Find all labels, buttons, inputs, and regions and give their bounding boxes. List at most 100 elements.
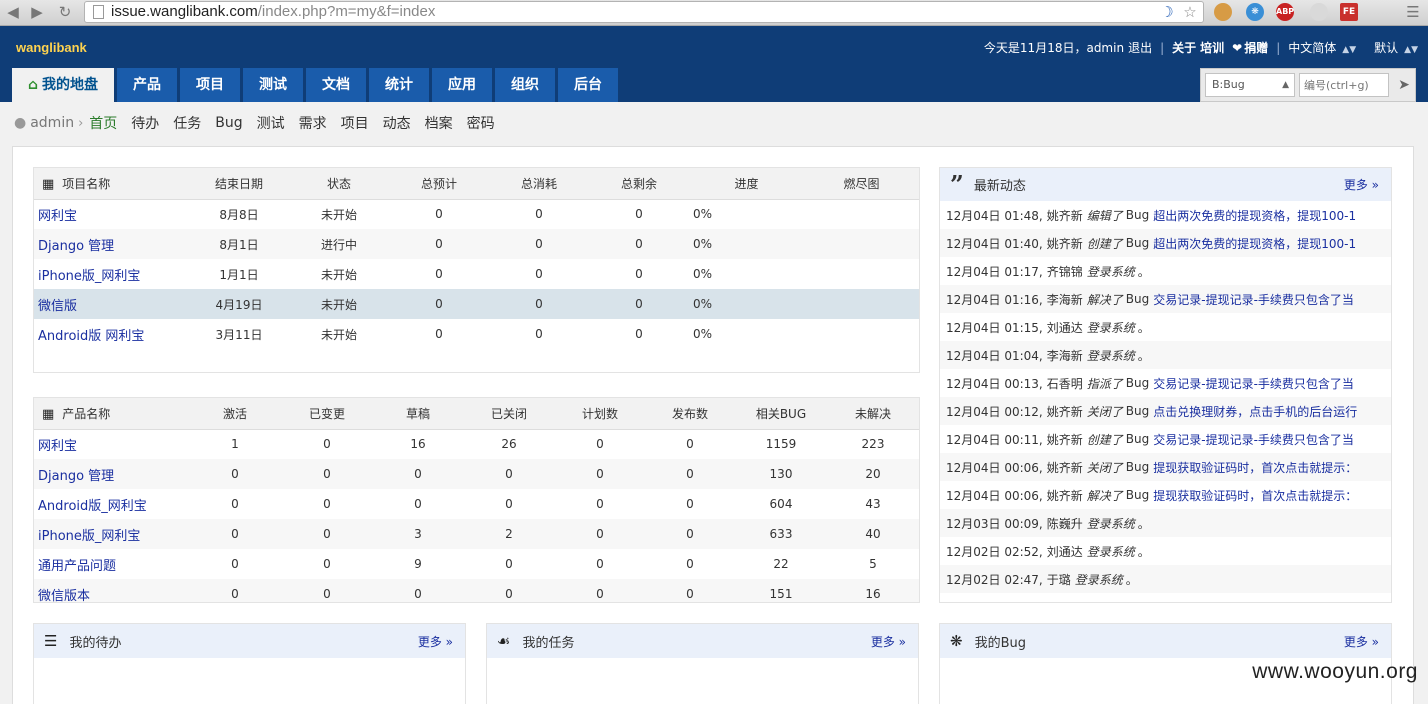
subnav-project[interactable]: 项目 bbox=[341, 113, 369, 133]
col-consumed: 总消耗 bbox=[489, 168, 589, 200]
page-icon bbox=[93, 5, 104, 19]
top-info-bar: 今天是11月18日，admin 退出 | 关于 培训 ❤ 捐赠 | 中文简体 ▲▼… bbox=[984, 39, 1418, 56]
subnav-task[interactable]: 任务 bbox=[173, 113, 201, 133]
subnav-dynamic[interactable]: 动态 bbox=[383, 113, 411, 133]
nav-org[interactable]: 组织 bbox=[495, 68, 556, 102]
search-type-select[interactable]: B:Bug ▲ bbox=[1205, 73, 1295, 97]
forward-icon[interactable]: ▶ bbox=[28, 3, 46, 21]
table-cell: 0 bbox=[281, 459, 373, 489]
product-link[interactable]: Django 管理 bbox=[34, 459, 189, 489]
dynamic-link[interactable]: 交易记录-提现记录-手续费只包含了当 bbox=[1153, 375, 1354, 392]
brand-logo[interactable]: wanglibank bbox=[16, 40, 87, 55]
subnav-testcase[interactable]: 测试 bbox=[257, 113, 285, 133]
adblock-extension-icon[interactable]: ABP bbox=[1276, 3, 1294, 21]
product-link[interactable]: 微信版本 bbox=[34, 579, 189, 602]
nav-test[interactable]: 测试 bbox=[243, 68, 304, 102]
tasks-more-link[interactable]: 更多 » bbox=[871, 633, 906, 650]
col-product-name: ▦ 产品名称 bbox=[34, 398, 189, 430]
dynamic-actor: 姚齐新 bbox=[1046, 404, 1083, 419]
table-cell: 0 bbox=[596, 497, 604, 511]
bookmark-star-icon[interactable]: ☆ bbox=[1181, 3, 1199, 21]
cookie-extension-icon[interactable] bbox=[1214, 3, 1232, 21]
subnav-todo[interactable]: 待办 bbox=[131, 113, 159, 133]
table-cell: 0 bbox=[373, 459, 463, 489]
address-bar[interactable]: issue.wanglibank.com/index.php?m=my&f=in… bbox=[84, 1, 1204, 23]
table-cell: 0 bbox=[231, 557, 239, 571]
table-cell: 151 bbox=[735, 579, 827, 602]
theme-select[interactable]: 默认 ▲▼ bbox=[1374, 39, 1418, 56]
table-cell: 0 bbox=[189, 459, 281, 489]
dynamic-link[interactable]: 点击兑换理财券，点击手机的后台运行 bbox=[1153, 403, 1357, 420]
dynamic-link[interactable]: 交易记录-提现记录-手续费只包含了当 bbox=[1153, 291, 1354, 308]
moon-icon[interactable]: ☽ bbox=[1158, 3, 1176, 21]
menu-icon[interactable]: ☰ bbox=[1404, 3, 1422, 21]
sort-caret-icon: ▲▼ bbox=[1404, 45, 1418, 55]
bugs-more-link[interactable]: 更多 » bbox=[1344, 633, 1379, 650]
todo-more-link[interactable]: 更多 » bbox=[418, 633, 453, 650]
dynamic-link[interactable]: 提现获取验证码时，首次点击就提示： bbox=[1153, 487, 1357, 504]
product-link[interactable]: 网利宝 bbox=[34, 429, 189, 459]
table-cell: 0 bbox=[535, 267, 543, 281]
dynamic-actor: 姚齐新 bbox=[1046, 236, 1083, 251]
language-select[interactable]: 中文简体 ▲▼ bbox=[1288, 39, 1356, 56]
dynamic-action: 登录系统 bbox=[1086, 544, 1135, 559]
subnav-profile[interactable]: 档案 bbox=[425, 113, 453, 133]
table-cell: 4月19日 bbox=[189, 289, 289, 319]
nav-project[interactable]: 项目 bbox=[180, 68, 241, 102]
subnav-bug[interactable]: Bug bbox=[215, 115, 242, 131]
nav-product[interactable]: 产品 bbox=[117, 68, 178, 102]
product-link[interactable]: Android版_网利宝 bbox=[34, 489, 189, 519]
dynamic-link[interactable]: 交易记录-提现记录-手续费只包含了当 bbox=[1153, 431, 1354, 448]
back-icon[interactable]: ◀ bbox=[4, 3, 22, 21]
donate-link[interactable]: 捐赠 bbox=[1244, 39, 1268, 56]
subnav-story[interactable]: 需求 bbox=[299, 113, 327, 133]
extension-icon[interactable] bbox=[1310, 3, 1328, 21]
go-arrow-icon[interactable]: ➤ bbox=[1393, 73, 1415, 97]
subnav-home[interactable]: 首页 bbox=[89, 113, 117, 133]
table-cell: 9 bbox=[414, 557, 422, 571]
dynamic-link[interactable]: 超出两次免费的提现资格，提现100-1 bbox=[1153, 235, 1356, 252]
table-cell: 0 bbox=[635, 267, 643, 281]
nav-app[interactable]: 应用 bbox=[432, 68, 493, 102]
nav-my-dashboard[interactable]: ⌂ 我的地盘 bbox=[12, 68, 115, 102]
dynamic-object-type: Bug bbox=[1125, 292, 1150, 306]
project-link[interactable]: 网利宝 bbox=[34, 199, 189, 229]
table-cell: 未开始 bbox=[320, 327, 357, 342]
about-link[interactable]: 关于 bbox=[1172, 39, 1196, 56]
dynamic-object-type: Bug bbox=[1125, 376, 1150, 390]
dynamic-object-type: Bug bbox=[1125, 404, 1150, 418]
reload-icon[interactable]: ↻ bbox=[56, 3, 74, 21]
project-link[interactable]: Django 管理 bbox=[34, 229, 189, 259]
search-input[interactable] bbox=[1299, 73, 1389, 97]
double-chevron-right-icon: » bbox=[1371, 178, 1379, 192]
dynamic-link[interactable]: 超出两次免费的提现资格，提现100-1 bbox=[1153, 207, 1356, 224]
project-link[interactable]: 微信版 bbox=[34, 289, 189, 319]
product-link[interactable]: iPhone版_网利宝 bbox=[34, 519, 189, 549]
training-link[interactable]: 培训 bbox=[1200, 39, 1224, 56]
nav-doc[interactable]: 文档 bbox=[306, 68, 367, 102]
fe-extension-icon[interactable]: FE bbox=[1340, 3, 1358, 21]
logout-link[interactable]: 退出 bbox=[1128, 39, 1152, 56]
dynamic-item: 12月04日 00:06, 姚齐新 关闭了 Bug 提现获取验证码时，首次点击就提示： bbox=[940, 453, 1391, 481]
list-icon: ☰ bbox=[44, 632, 58, 650]
nav-admin[interactable]: 后台 bbox=[558, 68, 619, 102]
dynamic-link[interactable]: 提现获取验证码时，首次点击就提示： bbox=[1153, 459, 1357, 476]
translate-extension-icon[interactable]: ❋ bbox=[1246, 3, 1264, 21]
bugs-header: ❋ 我的Bug 更多 » bbox=[940, 624, 1391, 658]
table-cell: 未开始 bbox=[320, 207, 357, 222]
table-cell: 0 bbox=[463, 579, 555, 602]
dynamics-more-link[interactable]: 更多 » bbox=[1344, 176, 1379, 193]
user-icon: ● bbox=[14, 115, 27, 131]
product-link[interactable]: 通用产品问题 bbox=[34, 549, 189, 579]
table-cell: 1月1日 bbox=[219, 267, 259, 282]
table-cell: 0 bbox=[645, 579, 735, 602]
dynamic-time: 12月03日 00:09, bbox=[946, 516, 1043, 531]
table-cell: 0 bbox=[414, 497, 422, 511]
table-cell: 0% bbox=[693, 267, 713, 281]
dynamic-actor: 陈巍升 bbox=[1046, 516, 1083, 531]
subnav-password[interactable]: 密码 bbox=[467, 113, 495, 133]
nav-report[interactable]: 统计 bbox=[369, 68, 430, 102]
project-link[interactable]: Android版 网利宝 bbox=[34, 319, 189, 349]
project-link[interactable]: iPhone版_网利宝 bbox=[34, 259, 189, 289]
breadcrumb-user[interactable]: admin bbox=[30, 115, 74, 131]
